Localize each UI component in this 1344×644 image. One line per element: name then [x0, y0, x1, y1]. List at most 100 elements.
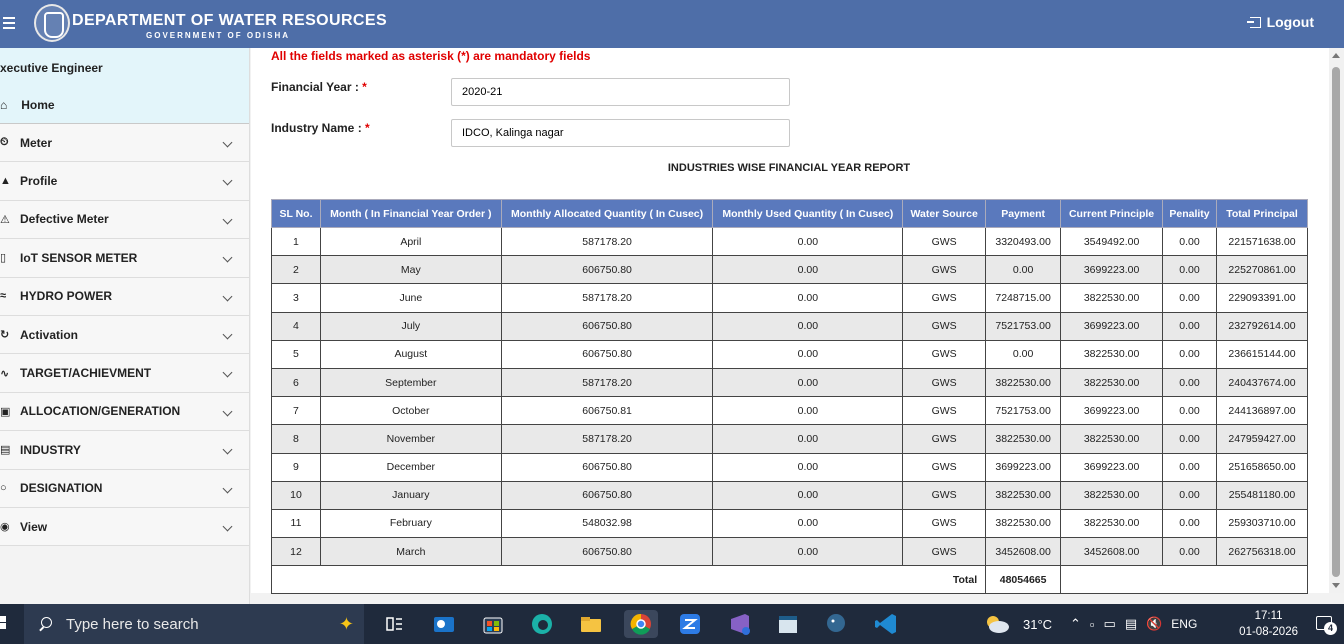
sidebar-item-label: IoT SENSOR METER: [20, 250, 138, 265]
chevron-down-icon[interactable]: [222, 214, 233, 225]
industry-name-label-text: Industry Name :: [271, 121, 362, 135]
total-row: Total 48054665: [270, 565, 1308, 595]
table-cell: 3452608.00: [1060, 537, 1164, 567]
column-header: Payment: [985, 199, 1062, 228]
table-row: 1 April 587178.20 0.00 GWS 3320493.00 3549492.…: [271, 226, 1309, 257]
chevron-up-icon[interactable]: ⌃: [1070, 616, 1081, 632]
sidebar-item-view[interactable]: ◉ View: [0, 507, 249, 547]
sidebar-item-iot-sensor-meter[interactable]: ▯ IoT SENSOR METER: [0, 239, 249, 278]
sidebar-item-hydro-power[interactable]: ≈ HYDRO POWER: [0, 277, 249, 316]
main-content: All the fields marked as asterisk (*) ar…: [251, 48, 1329, 595]
copilot-sparkle-icon[interactable]: ✦: [339, 614, 354, 635]
windows-taskbar: Type here to search ✦ 31°C ⌃ ▫ ▭ ▤ 🔇 ENG…: [0, 604, 1344, 644]
table-cell: 0.00: [1162, 226, 1217, 257]
notepad-icon[interactable]: [774, 610, 802, 638]
table-row: 8 November 587178.20 0.00 GWS 3822530.00 38225…: [271, 424, 1309, 454]
file-explorer-icon[interactable]: [577, 610, 605, 638]
chevron-down-icon[interactable]: [222, 444, 233, 455]
warning-icon: ⚠: [0, 213, 10, 226]
scrollbar-thumb[interactable]: [1332, 67, 1340, 577]
sidebar-item-label: Profile: [20, 174, 58, 189]
visual-studio-icon[interactable]: [725, 610, 753, 638]
postgres-icon[interactable]: [822, 610, 850, 638]
scroll-up-icon[interactable]: [1332, 53, 1340, 58]
sidebar-item-target-achievment[interactable]: ∿ TARGET/ACHIEVMENT: [0, 354, 249, 393]
sidebar-item-defective-meter[interactable]: ⚠ Defective Meter: [0, 200, 249, 240]
chrome-icon[interactable]: [624, 610, 658, 638]
meet-icon[interactable]: ▫: [1090, 617, 1095, 632]
taskbar-search[interactable]: Type here to search ✦: [24, 604, 364, 644]
gauge-icon: ⏲: [0, 136, 9, 149]
column-header: Water Source: [902, 199, 987, 228]
chevron-down-icon[interactable]: [222, 252, 233, 263]
app-s-icon[interactable]: [676, 610, 704, 638]
battery-icon[interactable]: ▭: [1104, 616, 1116, 632]
sidebar-item-label: INDUSTRY: [20, 442, 81, 457]
store-icon[interactable]: [479, 610, 507, 638]
table-row: 12 March 606750.80 0.00 GWS 3452608.00 3452608…: [271, 537, 1309, 567]
sidebar-item-allocation-generation[interactable]: ▣ ALLOCATION/GENERATION: [0, 392, 249, 432]
table-cell: 3699223.00: [1060, 311, 1164, 341]
industry-name-field[interactable]: [451, 119, 790, 147]
sidebar-item-profile[interactable]: ▲ Profile: [0, 162, 249, 201]
notification-icon[interactable]: 4: [1316, 616, 1337, 635]
table-cell: July: [319, 311, 502, 341]
windows-start-icon[interactable]: [0, 616, 10, 630]
vscode-icon[interactable]: [872, 610, 900, 638]
chevron-down-icon[interactable]: [222, 137, 233, 148]
home-icon: ⌂: [0, 97, 8, 112]
industry-icon: ▤: [0, 444, 11, 457]
table-cell: 0.00: [1162, 508, 1217, 539]
table-cell: 0.00: [712, 226, 904, 257]
allocation-icon: ▣: [0, 405, 11, 418]
network-icon[interactable]: ▤: [1125, 616, 1137, 632]
table-row: 2 May 606750.80 0.00 GWS 0.00 3699223.00 0.00 22…: [271, 255, 1309, 285]
volume-icon[interactable]: 🔇: [1146, 616, 1162, 632]
column-header: Monthly Used Quantity ( In Cusec): [712, 199, 904, 228]
language-indicator[interactable]: ENG: [1171, 617, 1197, 631]
table-cell: 6: [271, 367, 321, 398]
chevron-down-icon[interactable]: [222, 406, 233, 417]
system-tray[interactable]: ⌃ ▫ ▭ ▤ 🔇 ENG: [1070, 604, 1197, 644]
sidebar-item-meter[interactable]: ⏲ Meter: [0, 124, 249, 163]
chevron-down-icon[interactable]: [222, 329, 233, 340]
column-header: SL No.: [271, 199, 321, 228]
refresh-icon: ↻: [0, 329, 10, 342]
table-cell: GWS: [902, 508, 987, 539]
edge-icon[interactable]: [528, 610, 556, 638]
outlook-icon[interactable]: [430, 610, 458, 638]
sidebar-item-industry[interactable]: ▤ INDUSTRY: [0, 431, 249, 470]
sidebar-item-label: HYDRO POWER: [20, 289, 113, 304]
scroll-down-icon[interactable]: [1332, 583, 1340, 588]
table-cell: 3822530.00: [1060, 424, 1164, 454]
table-cell: 1: [271, 226, 321, 257]
table-cell: 240437674.00: [1215, 367, 1309, 398]
sidebar-item-designation[interactable]: ○ DESIGNATION: [0, 469, 249, 508]
chevron-down-icon[interactable]: [222, 483, 233, 493]
table-cell: 3822530.00: [1060, 367, 1164, 398]
table-cell: 0.00: [1162, 480, 1217, 510]
table-cell: February: [319, 508, 502, 539]
chevron-down-icon[interactable]: [222, 291, 233, 302]
logout-button[interactable]: Logout: [1246, 14, 1314, 30]
chevron-down-icon[interactable]: [222, 521, 233, 532]
table-cell: 7: [271, 396, 321, 426]
mandatory-note: All the fields marked as asterisk (*) ar…: [271, 49, 591, 63]
menu-toggle-icon[interactable]: [3, 14, 17, 34]
chevron-down-icon[interactable]: [222, 367, 233, 378]
clock[interactable]: 17:11 01-08-2026: [1239, 608, 1298, 640]
report-title-text: INDUSTRIES WISE FINANCIAL YEAR REPORT: [667, 162, 911, 174]
weather-widget[interactable]: 31°C: [983, 604, 1052, 644]
chevron-down-icon[interactable]: [222, 175, 233, 186]
sidebar-item-activation[interactable]: ↻ Activation: [0, 315, 249, 355]
table-cell: 0.00: [1162, 311, 1217, 341]
table-row: 3 June 587178.20 0.00 GWS 7248715.00 3822530.0…: [271, 283, 1309, 313]
page-scrollbar[interactable]: [1329, 48, 1344, 593]
table-header-row: SL No. Month ( In Financial Year Order ) M…: [271, 199, 1309, 228]
table-cell: 0.00: [712, 452, 904, 482]
financial-year-field[interactable]: [451, 78, 790, 106]
task-view-icon[interactable]: [380, 610, 408, 638]
table-cell: 606750.80: [500, 537, 714, 567]
table-cell: 247959427.00: [1215, 424, 1309, 454]
sidebar-item-home[interactable]: ⌂ Home: [0, 86, 249, 124]
